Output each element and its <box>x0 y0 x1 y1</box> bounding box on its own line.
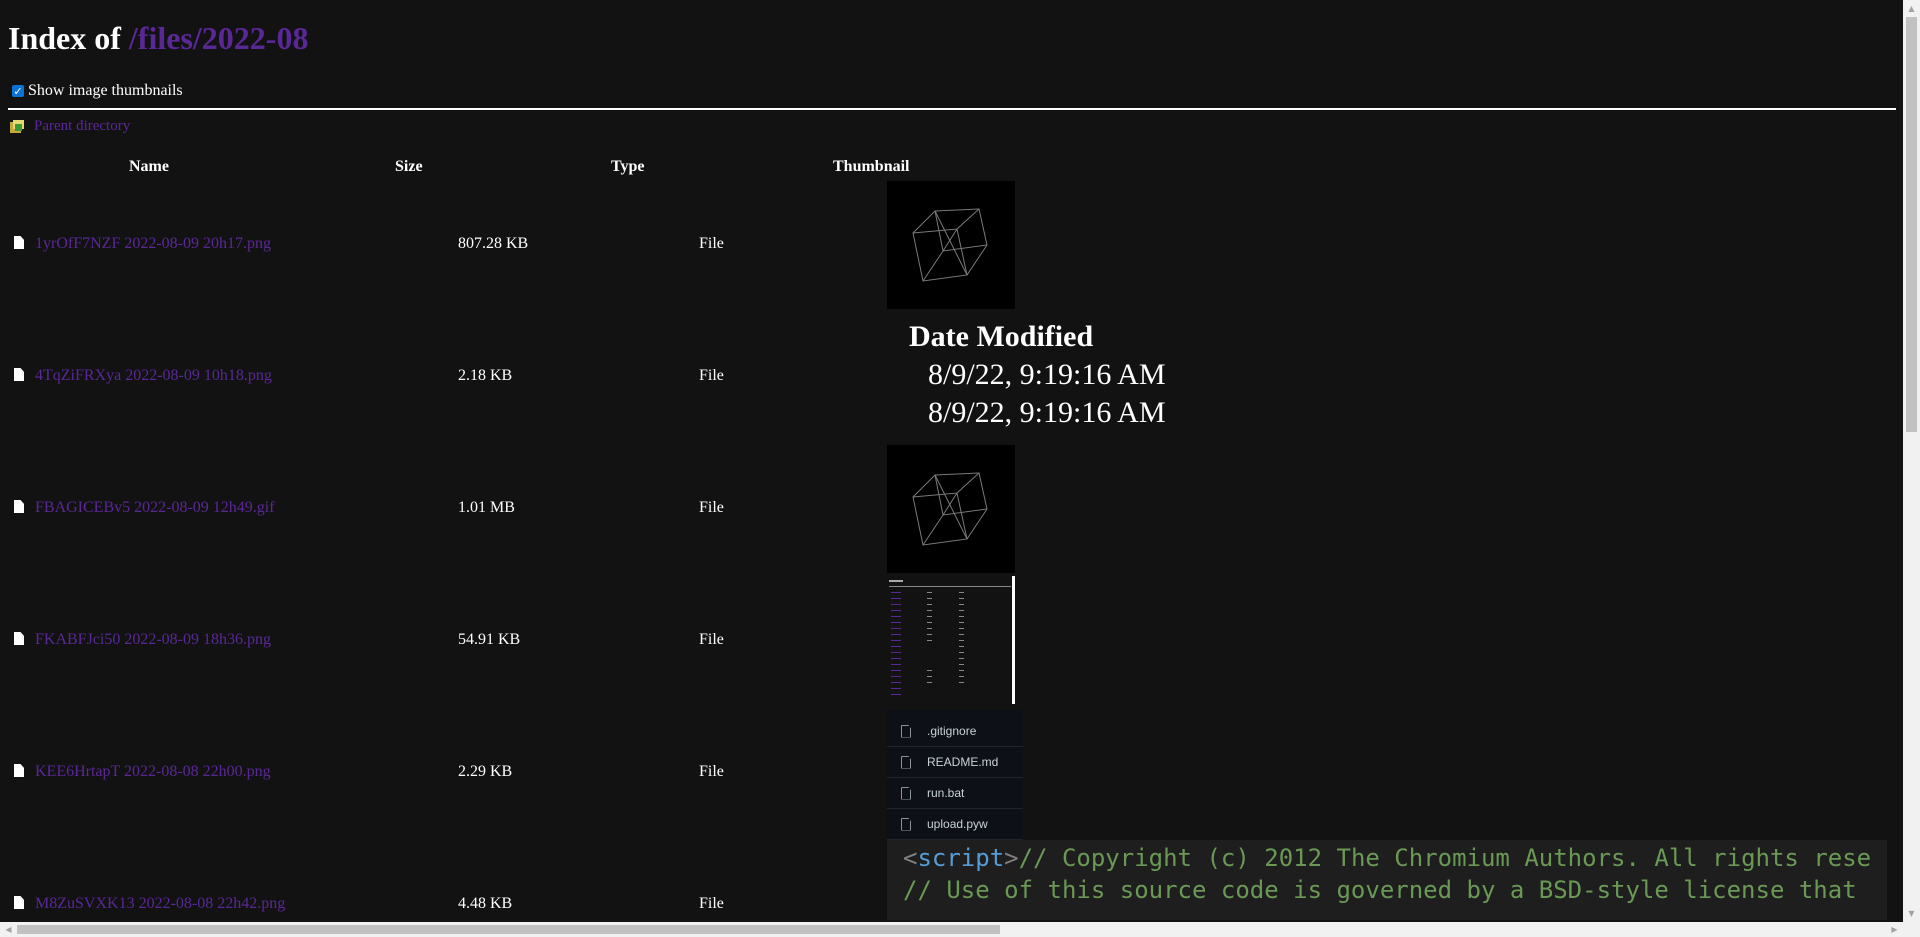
page: Index of /files/2022-08 ✓ Show image thu… <box>8 0 1896 922</box>
file-icon <box>14 500 24 513</box>
repo-file-item: run.bat <box>887 778 1023 809</box>
column-header-thumbnail: Thumbnail <box>833 158 910 175</box>
vertical-scrollbar[interactable]: ▲ ▼ <box>1903 0 1920 922</box>
horizontal-scrollbar[interactable]: ◀ ▶ <box>0 922 1920 937</box>
file-icon <box>901 755 911 769</box>
thumbnail-date-value: 8/9/22, 9:19:16 AM <box>928 358 1166 391</box>
file-type: File <box>699 499 724 516</box>
repo-file-name: upload.pyw <box>927 817 988 831</box>
file-row: M8ZuSVXK13 2022-08-08 22h42.png 4.48 KB … <box>8 840 1896 922</box>
file-icon <box>901 817 911 831</box>
code-line: // Use of this source code is governed b… <box>903 876 1857 904</box>
scroll-up-icon[interactable]: ▲ <box>1903 0 1920 17</box>
directory-listing-screenshot <box>887 576 1015 704</box>
repo-file-list-screenshot: .gitignore README.md run.bat upload.pyw <box>887 710 1023 840</box>
repo-file-name: .gitignore <box>927 724 977 738</box>
file-size: 54.91 KB <box>458 631 521 648</box>
repo-file-name: README.md <box>927 755 999 769</box>
file-icon <box>14 896 24 909</box>
file-name-link[interactable]: 1yrOfF7NZF 2022-08-09 20h17.png <box>35 235 271 253</box>
file-size: 1.01 MB <box>458 499 515 516</box>
file-type: File <box>699 763 724 780</box>
file-row: 4TqZiFRXya 2022-08-09 10h18.png 2.18 KB … <box>8 312 1896 444</box>
file-size: 2.29 KB <box>458 763 513 780</box>
scroll-left-icon[interactable]: ◀ <box>0 922 17 937</box>
file-row: FKABFJci50 2022-08-09 18h36.png 54.91 KB… <box>8 576 1896 708</box>
code-editor-screenshot: <script>// Copyright (c) 2012 The Chromi… <box>887 840 1887 920</box>
scroll-right-icon[interactable]: ▶ <box>1886 922 1903 937</box>
file-name-link[interactable]: KEE6HrtapT 2022-08-08 22h00.png <box>35 763 271 781</box>
file-icon <box>14 764 24 777</box>
file-type: File <box>699 631 724 648</box>
thumbnail-date-value: 8/9/22, 9:19:16 AM <box>928 396 1166 429</box>
thumbnail-toggle[interactable]: ✓ Show image thumbnails <box>12 82 183 100</box>
file-type: File <box>699 235 724 252</box>
file-name-link[interactable]: FKABFJci50 2022-08-09 18h36.png <box>35 631 271 649</box>
code-line: <script>// Copyright (c) 2012 The Chromi… <box>903 844 1872 872</box>
folder-up-icon <box>10 119 24 134</box>
thumbnail-toggle-label: Show image thumbnails <box>28 82 183 99</box>
horizontal-scrollbar-thumb[interactable] <box>17 925 1000 934</box>
file-icon <box>901 786 911 800</box>
wireframe-cube-icon <box>887 445 1015 573</box>
file-size: 2.18 KB <box>458 367 513 384</box>
file-icon <box>14 368 24 381</box>
file-type: File <box>699 895 724 912</box>
thumbnail-image[interactable]: <script>// Copyright (c) 2012 The Chromi… <box>887 840 1887 920</box>
column-header-type[interactable]: Type <box>611 158 644 176</box>
file-row: FBAGICEBv5 2022-08-09 12h49.gif 1.01 MB … <box>8 444 1896 576</box>
parent-directory-row[interactable]: Parent directory <box>10 118 130 135</box>
thumbnail-date-modified-title: Date Modified <box>909 320 1094 353</box>
page-title: Index of /files/2022-08 <box>8 20 308 57</box>
wireframe-cube-icon <box>887 181 1015 309</box>
thumbnail-image[interactable] <box>887 445 1015 578</box>
file-name-link[interactable]: M8ZuSVXK13 2022-08-08 22h42.png <box>35 895 285 913</box>
file-icon <box>14 236 24 249</box>
file-icon <box>14 632 24 645</box>
thumbnail-image[interactable]: .gitignore README.md run.bat upload.pyw <box>887 710 1023 840</box>
file-icon <box>901 724 911 738</box>
repo-file-name: run.bat <box>927 786 965 800</box>
repo-file-item: upload.pyw <box>887 809 1023 840</box>
scroll-down-icon[interactable]: ▼ <box>1903 905 1920 922</box>
repo-file-item: README.md <box>887 747 1023 778</box>
thumbnail-image[interactable] <box>887 576 1015 704</box>
file-name-link[interactable]: FBAGICEBv5 2022-08-09 12h49.gif <box>35 499 275 517</box>
header-divider <box>8 108 1896 110</box>
parent-directory-link[interactable]: Parent directory <box>34 118 130 135</box>
thumbnail-checkbox[interactable]: ✓ <box>12 85 24 97</box>
repo-file-item: .gitignore <box>887 716 1023 747</box>
vertical-scrollbar-thumb[interactable] <box>1906 17 1917 432</box>
file-row: KEE6HrtapT 2022-08-08 22h00.png 2.29 KB … <box>8 708 1896 840</box>
file-size: 4.48 KB <box>458 895 513 912</box>
thumbnail-image[interactable]: Date Modified 8/9/22, 9:19:16 AM 8/9/22,… <box>887 320 1187 440</box>
file-row: 1yrOfF7NZF 2022-08-09 20h17.png 807.28 K… <box>8 180 1896 312</box>
file-size: 807.28 KB <box>458 235 529 252</box>
page-title-prefix: Index of <box>8 20 121 56</box>
file-type: File <box>699 367 724 384</box>
column-header-size[interactable]: Size <box>395 158 423 176</box>
column-header-name[interactable]: Name <box>129 158 169 176</box>
thumbnail-image[interactable] <box>887 181 1015 314</box>
current-path-link[interactable]: /files/2022-08 <box>129 20 309 56</box>
file-name-link[interactable]: 4TqZiFRXya 2022-08-09 10h18.png <box>35 367 272 385</box>
